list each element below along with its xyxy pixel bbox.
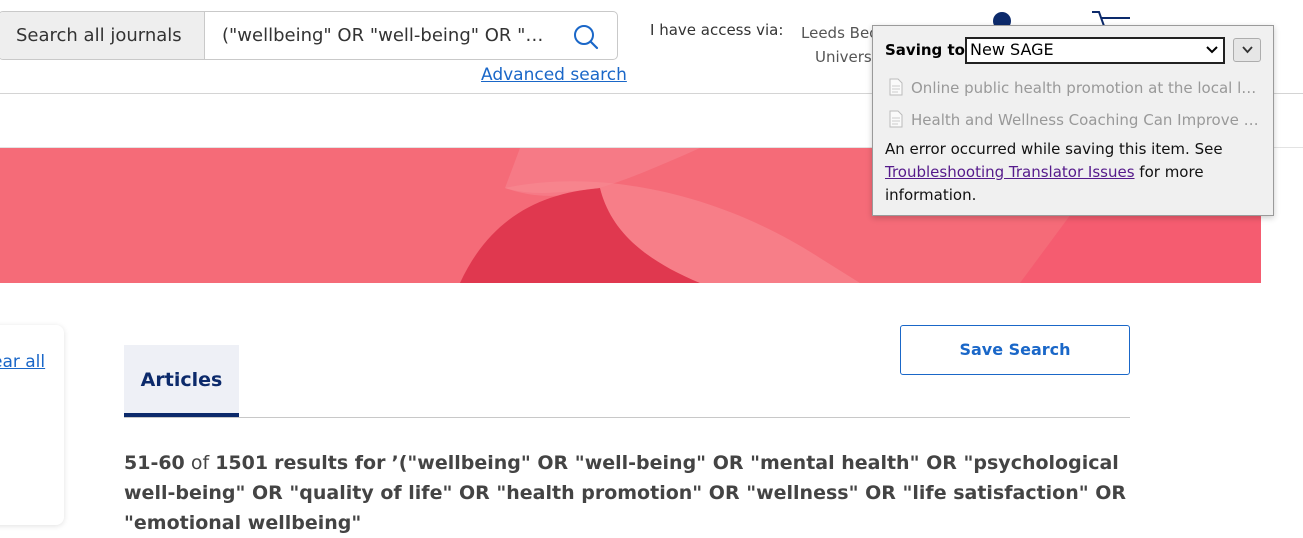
journal-search-bar: Search all journals ("wellbeing" OR "wel… [0,11,618,60]
results-total: 1501 [215,452,269,474]
chevron-down-icon [1206,46,1218,54]
results-of: of [190,452,210,474]
zotero-save-popup: Saving to New SAGE Online public health … [872,25,1274,216]
troubleshooting-link[interactable]: Troubleshooting Translator Issues [885,163,1135,181]
collection-select-value: New SAGE [970,40,1054,59]
tabs-divider [124,417,1130,418]
saved-item: Online public health promotion at the lo… [889,78,1259,97]
saved-item-title: Online public health promotion at the lo… [911,79,1259,97]
results-for-label: results for [274,452,386,474]
tab-articles[interactable]: Articles [124,345,239,417]
search-icon[interactable] [573,24,599,50]
collection-select[interactable]: New SAGE [965,37,1225,64]
advanced-search-link[interactable]: Advanced search [481,65,627,85]
error-text: An error occurred while saving this item… [885,140,1223,158]
document-icon [889,110,903,128]
results-summary: 51-60 of 1501 results for ’("wellbeing" … [124,448,1134,538]
error-message: An error occurred while saving this item… [885,138,1265,207]
saved-item-title: Health and Wellness Coaching Can Improve… [911,111,1259,129]
results-range: 51-60 [124,452,185,474]
access-label: I have access via: [650,21,784,39]
chevron-down-icon [1242,46,1253,54]
document-icon [889,78,903,96]
search-input[interactable]: ("wellbeing" OR "well-being" OR "mental … [222,12,552,59]
clear-all-link[interactable]: ear all [0,352,45,372]
search-scope-select[interactable]: Search all journals [0,12,205,59]
save-search-button[interactable]: Save Search [900,325,1130,375]
expand-popup-button[interactable] [1233,38,1261,62]
saved-item: Health and Wellness Coaching Can Improve… [889,110,1259,129]
saving-to-label: Saving to [885,41,965,59]
